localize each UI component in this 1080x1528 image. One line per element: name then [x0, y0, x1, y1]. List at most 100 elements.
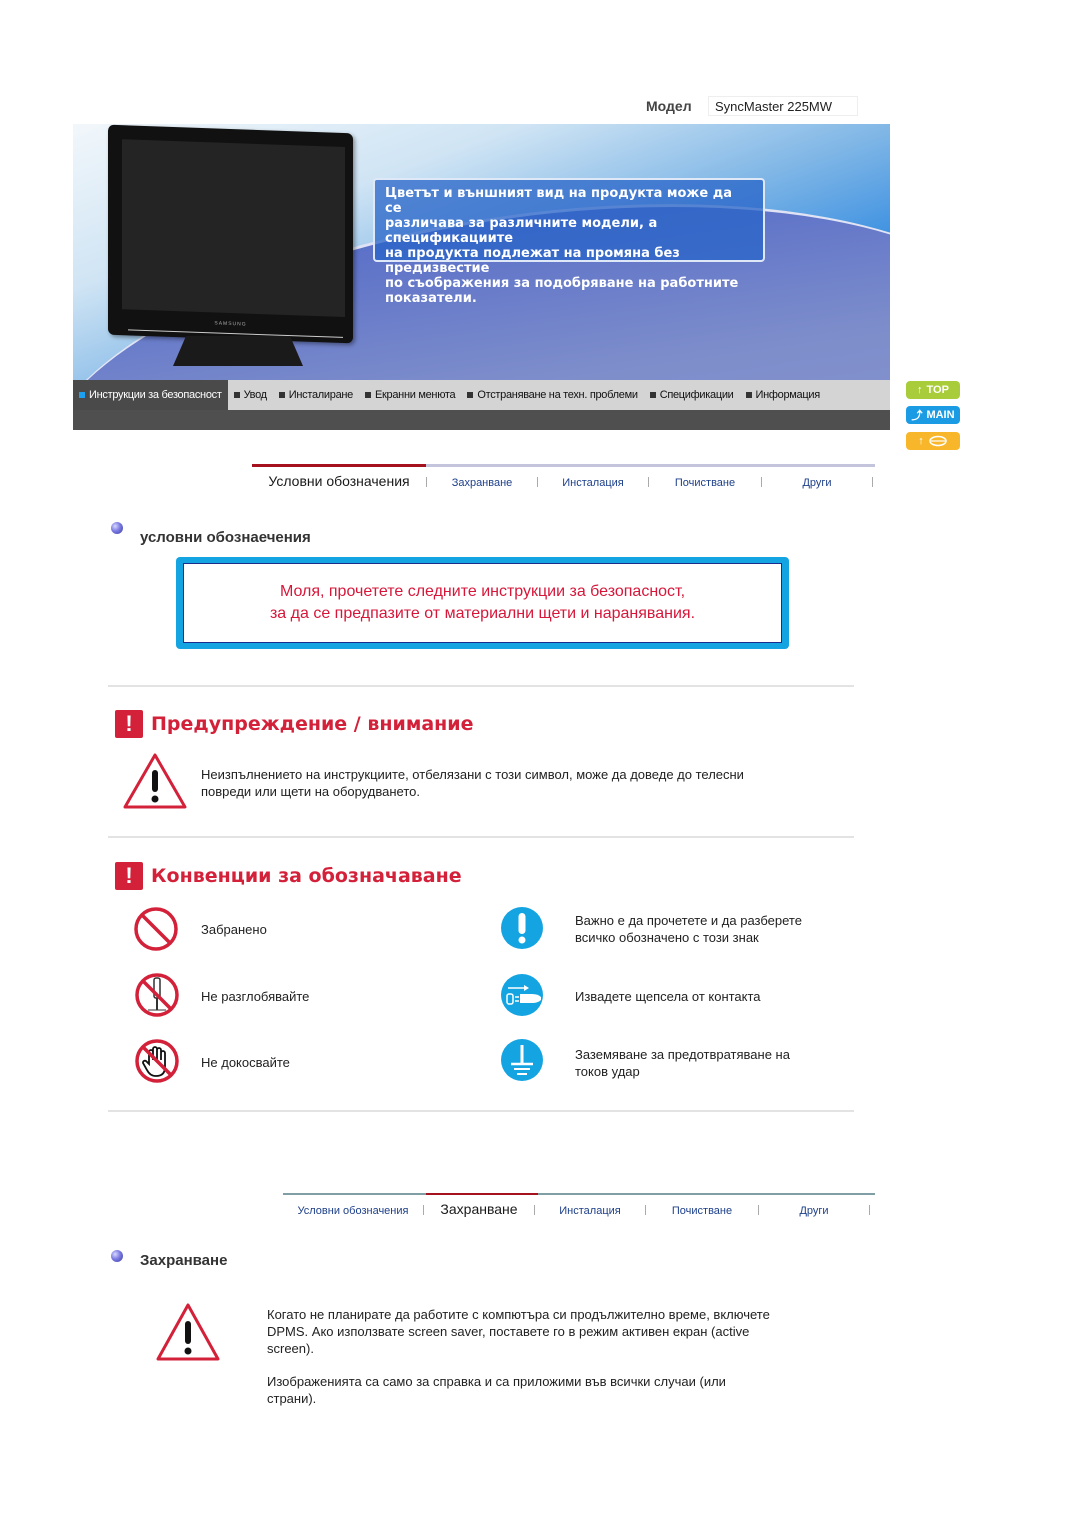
tab-cleaning[interactable]: Почистване: [649, 477, 761, 493]
tab-symbols[interactable]: Условни обозначения: [252, 473, 426, 493]
nav-label: Екранни менюта: [375, 389, 456, 401]
bullet-icon: [649, 392, 656, 398]
monitor-stand: [173, 336, 303, 366]
model-label: Модел: [646, 98, 692, 114]
section-title-power: Захранване: [140, 1252, 228, 1269]
arrow-up-icon: ↑: [917, 384, 923, 396]
nav-item-troubleshooting[interactable]: Отстраняване на техн. проблеми: [461, 380, 643, 410]
divider: [108, 1110, 854, 1112]
notice-line: на продукта подлежат на промяна без пред…: [385, 246, 680, 276]
text-line: Когато не планирате да работите с компют…: [267, 1307, 770, 1322]
bullet-icon: [365, 392, 371, 398]
warning-description: Неизпълнението на инструкциите, отбеляза…: [201, 766, 744, 800]
nav-label: Спецификации: [659, 389, 734, 401]
text-line: повреди или щети на оборудването.: [201, 784, 420, 799]
text-line: DPMS. Ако използвате screen saver, поста…: [267, 1324, 750, 1339]
bullet-icon: [467, 392, 474, 398]
notice-line: по съображения за подобряване на работни…: [385, 276, 739, 291]
nav-label: Отстраняване на техн. проблеми: [477, 389, 638, 401]
tab-other[interactable]: Други: [762, 477, 872, 493]
monitor-screen: [122, 139, 345, 317]
nav-subbar: [73, 410, 890, 430]
convention-label: Заземяване за предотвратяване на токов у…: [575, 1046, 790, 1080]
do-not-touch-icon: [135, 1039, 179, 1083]
convention-label: Извадете щепсела от контакта: [575, 989, 761, 1004]
top-button[interactable]: ↑ TOP: [906, 381, 960, 399]
bullet-icon: [278, 392, 285, 398]
tab-symbols[interactable]: Условни обозначения: [283, 1205, 423, 1221]
exclamation-icon: !: [115, 710, 143, 738]
prohibited-icon: [134, 907, 178, 951]
text-line: Заземяване за предотвратяване на: [575, 1047, 790, 1062]
section-bullet-icon: [111, 522, 123, 534]
product-banner: SAMSUNG Цветът и външният вид на продукт…: [73, 124, 890, 380]
nav-item-intro[interactable]: Увод: [228, 380, 273, 410]
text-line: screen).: [267, 1341, 314, 1356]
tab-separator: [872, 477, 873, 487]
tab-power[interactable]: Захранване: [427, 477, 537, 493]
text-line: всичко обозначено с този знак: [575, 930, 759, 945]
notice-line: различава за различните модели, а специф…: [385, 216, 658, 246]
nav-item-specs[interactable]: Спецификации: [644, 380, 740, 410]
exclamation-icon: !: [115, 862, 143, 890]
text-line: токов удар: [575, 1064, 640, 1079]
section-bullet-icon: [111, 1250, 123, 1262]
tab-installation[interactable]: Инсталация: [535, 1205, 645, 1221]
main-nav: Инструкции за безопасност Увод Инсталира…: [73, 380, 890, 410]
read-notice-line: Моля, прочетете следните инструкции за б…: [279, 583, 686, 600]
tab-power[interactable]: Захранване: [424, 1201, 534, 1221]
tab-installation[interactable]: Инсталация: [538, 477, 648, 493]
important-icon: [501, 907, 543, 949]
nav-item-safety[interactable]: Инструкции за безопасност: [73, 380, 228, 410]
notice-line: Цветът и външният вид на продукта може д…: [385, 186, 732, 216]
text-line: Неизпълнението на инструкциите, отбеляза…: [201, 767, 744, 782]
safety-read-notice: Моля, прочетете следните инструкции за б…: [176, 557, 789, 649]
nav-item-install[interactable]: Инсталиране: [273, 380, 359, 410]
convention-label: Не разглобявайте: [201, 989, 310, 1004]
product-notice: Цветът и външният вид на продукта може д…: [373, 178, 765, 306]
nav-label: Инструкции за безопасност: [89, 389, 222, 401]
divider: [108, 685, 854, 687]
bullet-icon: [79, 392, 85, 398]
nav-label: Информация: [755, 389, 821, 401]
warning-heading: ! Предупреждение / внимание: [115, 710, 474, 738]
conventions-heading: ! Конвенции за обозначаване: [115, 862, 462, 890]
power-paragraph-2: Изображенията са само за справка и са пр…: [267, 1373, 726, 1407]
convention-label: Важно е да прочетете и да разберете всич…: [575, 912, 802, 946]
text-line: страни).: [267, 1391, 317, 1406]
unplug-icon: [501, 974, 543, 1016]
disc-icon: [929, 435, 947, 447]
tab-separator: [869, 1205, 870, 1215]
tab-cleaning[interactable]: Почистване: [646, 1205, 758, 1221]
warning-triangle-icon: [123, 753, 187, 809]
warning-heading-text: Предупреждение / внимание: [151, 713, 474, 735]
convention-label: Не докосвайте: [201, 1055, 290, 1070]
bullet-icon: [745, 392, 752, 398]
arrow-turn-icon: ⤴: [911, 410, 923, 422]
bullet-icon: [233, 392, 240, 398]
section-tabs-top: Условни обозначения Захранване Инсталаци…: [252, 464, 875, 493]
nav-label: Инсталиране: [288, 389, 354, 401]
section-title-symbols: условни обознаечения: [140, 529, 311, 546]
section-tabs-bottom: Условни обозначения Захранване Инсталаци…: [283, 1193, 875, 1221]
read-notice-inner: Моля, прочетете следните инструкции за б…: [183, 563, 782, 643]
arrow-up-icon: ↑: [918, 435, 924, 447]
divider: [108, 836, 854, 838]
do-not-disassemble-icon: [135, 973, 179, 1017]
read-notice-line: за да се предпазите от материални щети и…: [269, 605, 696, 622]
power-paragraph-1: Когато не планирате да работите с компют…: [267, 1306, 770, 1357]
nav-item-osd[interactable]: Екранни менюта: [359, 380, 461, 410]
tab-other[interactable]: Други: [759, 1205, 869, 1221]
monitor-image: SAMSUNG: [108, 124, 353, 344]
nav-label: Увод: [243, 389, 267, 401]
text-line: Важно е да прочетете и да разберете: [575, 913, 802, 928]
main-button[interactable]: ⤴ MAIN: [906, 406, 960, 424]
warning-triangle-icon: [156, 1303, 220, 1361]
conventions-heading-text: Конвенции за обозначаване: [151, 865, 462, 887]
notice-line: показатели.: [385, 291, 477, 306]
nav-item-info[interactable]: Информация: [740, 380, 826, 410]
top-button-label: TOP: [926, 384, 949, 396]
ground-icon: [501, 1039, 543, 1081]
main-button-label: MAIN: [926, 409, 955, 421]
cd-button[interactable]: ↑: [906, 432, 960, 450]
